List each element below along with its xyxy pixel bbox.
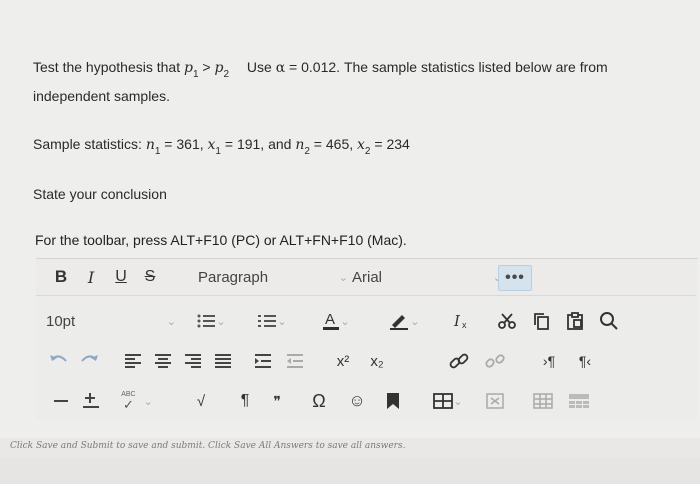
toolbar-hint: For the toolbar, press ALT+F10 (PC) or A… xyxy=(35,232,407,248)
bookmark-icon xyxy=(387,393,399,409)
link-icon xyxy=(449,353,469,369)
bottom-strip xyxy=(0,458,700,484)
bold-button[interactable]: B xyxy=(50,263,72,291)
add-icon xyxy=(83,393,99,408)
indent-icon xyxy=(255,354,271,368)
subscript-button[interactable]: x₂ xyxy=(362,347,392,375)
indent-button[interactable] xyxy=(250,347,276,375)
block-format-select[interactable]: Paragraph ⌄ xyxy=(198,263,348,291)
spellcheck-icon: ABC ✓ xyxy=(121,391,136,412)
unlink-icon xyxy=(485,354,505,368)
highlight-color-button[interactable]: ⌄ xyxy=(382,307,426,335)
justify-icon xyxy=(215,354,231,368)
emoji-icon: ☺ xyxy=(348,391,366,410)
special-character-button[interactable]: Ω xyxy=(306,387,332,415)
square-root-button[interactable]: √ xyxy=(188,387,214,415)
toolbar-row-1: B I U S Paragraph ⌄ Arial ⌄ ••• xyxy=(36,259,696,296)
chevron-down-icon: ⌄ xyxy=(166,315,176,328)
align-center-icon xyxy=(155,354,171,368)
chevron-down-icon: ⌄ xyxy=(340,315,350,328)
numbered-list-button[interactable]: ⌄ xyxy=(252,307,292,335)
table-layout-button[interactable] xyxy=(566,387,592,415)
cut-button[interactable] xyxy=(494,307,520,335)
cell-icon xyxy=(486,393,504,409)
align-right-button[interactable] xyxy=(180,347,206,375)
redo-button[interactable] xyxy=(76,347,102,375)
table-icon xyxy=(433,393,454,409)
chevron-down-icon: ⌄ xyxy=(277,315,287,328)
add-math-button[interactable] xyxy=(78,387,104,415)
chevron-down-icon: ⌄ xyxy=(216,315,226,328)
align-left-button[interactable] xyxy=(120,347,146,375)
font-family-select[interactable]: Arial ⌄ xyxy=(352,263,502,291)
table-button[interactable]: ⌄ xyxy=(424,387,472,415)
highlighter-icon xyxy=(390,315,409,330)
question-text: Test the hypothesis that xyxy=(33,59,184,75)
horizontal-line-icon xyxy=(54,400,68,402)
bullet-list-icon xyxy=(197,314,216,328)
outdent-button[interactable] xyxy=(282,347,308,375)
left-to-right-button[interactable]: ›¶ xyxy=(534,347,564,375)
chevron-down-icon: ⌄ xyxy=(338,271,348,284)
svg-text:A: A xyxy=(325,311,335,328)
clipboard-icon xyxy=(567,312,583,330)
align-right-icon xyxy=(185,354,201,368)
text-color-button[interactable]: A ⌄ xyxy=(316,307,356,335)
emoji-button[interactable]: ☺ xyxy=(344,387,370,415)
table-grid-icon xyxy=(533,393,553,409)
font-size-select[interactable]: 10pt ⌄ xyxy=(46,307,176,335)
save-instructions: Click Save and Submit to save and submit… xyxy=(10,441,406,451)
toolbar-row-3: x² x₂ ›¶ ¶‹ xyxy=(36,343,696,379)
unlink-button[interactable] xyxy=(482,347,508,375)
square-root-icon: √ xyxy=(196,392,206,410)
chevron-down-icon: ⌄ xyxy=(143,395,153,408)
rich-text-editor-toolbar: B I U S Paragraph ⌄ Arial ⌄ ••• 10pt ⌄ ⌄ xyxy=(36,258,698,419)
numbered-list-icon xyxy=(258,315,277,327)
chevron-down-icon: ⌄ xyxy=(453,395,463,408)
paste-button[interactable] xyxy=(562,307,588,335)
cell-properties-button[interactable] xyxy=(482,387,508,415)
undo-icon xyxy=(50,355,67,362)
copy-button[interactable] xyxy=(528,307,554,335)
insert-link-button[interactable] xyxy=(446,347,472,375)
table-layout-icon xyxy=(569,394,589,408)
scissors-icon xyxy=(498,313,516,329)
copy-icon xyxy=(534,313,549,330)
more-options-button[interactable]: ••• xyxy=(498,265,532,291)
conclusion-prompt: State your conclusion xyxy=(33,186,167,202)
redo-icon xyxy=(81,355,98,362)
clear-formatting-icon: Ix xyxy=(453,312,467,330)
align-left-icon xyxy=(125,354,141,368)
undo-button[interactable] xyxy=(46,347,72,375)
underline-button[interactable]: U xyxy=(110,263,132,291)
question-line-1: Test the hypothesis that p1 > p2 Use α =… xyxy=(33,59,608,80)
outdent-icon xyxy=(287,354,303,368)
right-to-left-button[interactable]: ¶‹ xyxy=(570,347,600,375)
align-center-button[interactable] xyxy=(150,347,176,375)
svg-text:x: x xyxy=(462,320,467,330)
chevron-down-icon: ⌄ xyxy=(410,315,420,328)
clear-formatting-button[interactable]: Ix xyxy=(448,307,474,335)
blockquote-button[interactable]: ❞ xyxy=(264,387,290,415)
superscript-button[interactable]: x² xyxy=(328,347,358,375)
question-line-2: independent samples. xyxy=(33,88,170,104)
svg-text:I: I xyxy=(453,312,461,330)
find-button[interactable] xyxy=(596,307,622,335)
toolbar-row-2: 10pt ⌄ ⌄ ⌄ A ⌄ ⌄ Ix xyxy=(36,303,696,339)
italic-button[interactable]: I xyxy=(80,263,102,291)
strikethrough-button[interactable]: S xyxy=(138,263,162,291)
spellcheck-button[interactable]: ABC ✓ ⌄ xyxy=(112,387,162,415)
question-panel: Test the hypothesis that p1 > p2 Use α =… xyxy=(0,0,700,438)
toolbar-row-4: ABC ✓ ⌄ √ ¶ ❞ Ω ☺ ⌄ xyxy=(36,383,696,419)
sample-statistics: Sample statistics: n1 = 361, x1 = 191, a… xyxy=(33,136,410,157)
bullet-list-button[interactable]: ⌄ xyxy=(192,307,230,335)
search-icon xyxy=(600,312,618,330)
text-color-icon: A xyxy=(323,311,340,330)
horizontal-line-button[interactable] xyxy=(50,387,72,415)
justify-button[interactable] xyxy=(210,347,236,375)
bookmark-button[interactable] xyxy=(380,387,406,415)
table-properties-button[interactable] xyxy=(530,387,556,415)
show-blocks-button[interactable]: ¶ xyxy=(232,387,258,415)
